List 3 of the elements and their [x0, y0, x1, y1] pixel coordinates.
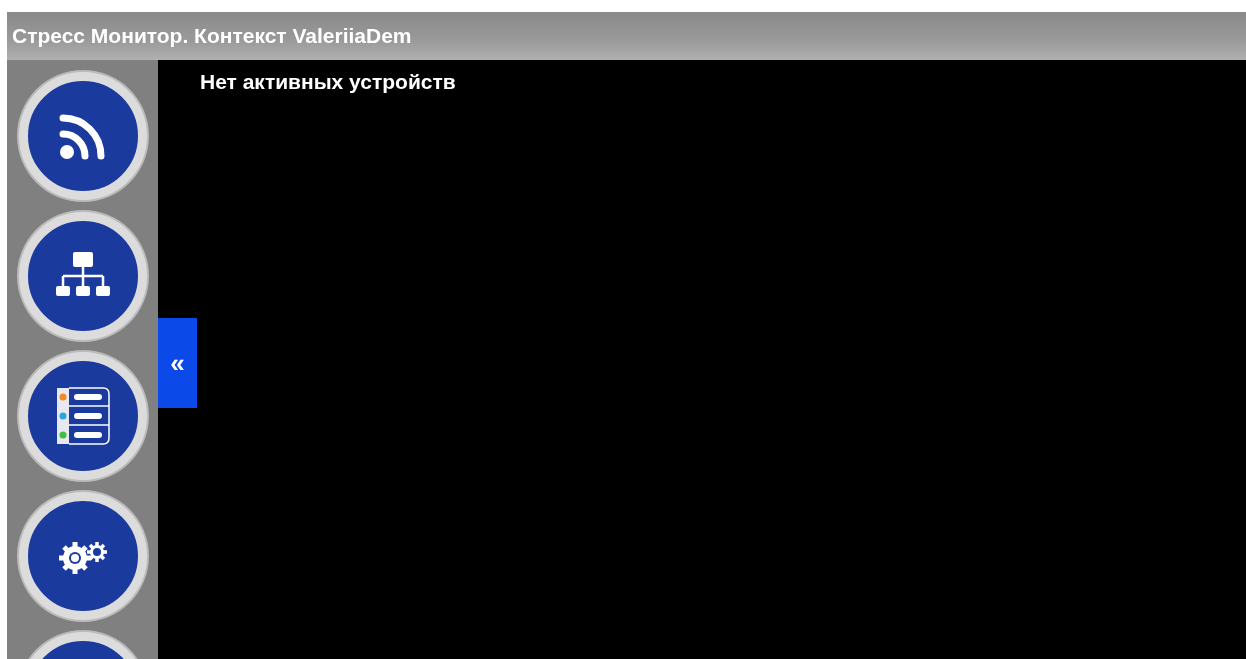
collapse-tab[interactable]: « [158, 318, 197, 408]
window-title: Стресс Монитор. Контекст ValeriiaDem [12, 24, 412, 48]
status-message: Нет активных устройств [200, 70, 456, 93]
